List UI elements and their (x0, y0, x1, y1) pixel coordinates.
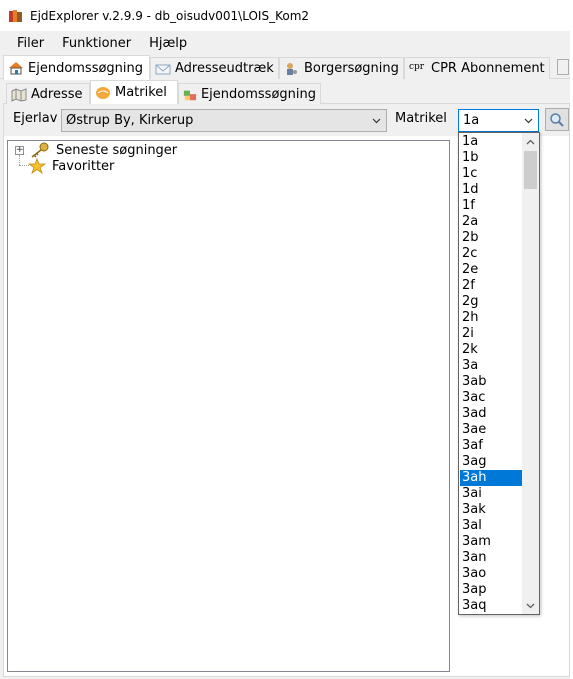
menu-funktioner[interactable]: Funktioner (53, 36, 140, 51)
scroll-up-icon[interactable] (522, 133, 539, 150)
dropdown-option[interactable]: 2k (460, 342, 522, 358)
tree-node-favoritter[interactable]: Favoritter (28, 158, 114, 174)
dropdown-option[interactable]: 3ab (460, 374, 522, 390)
dropdown-option[interactable]: 3ai (460, 486, 522, 502)
tab-label: Matrikel (115, 85, 167, 100)
tab-cpr-abonnement[interactable]: cpr CPR Abonnement (404, 57, 550, 79)
tab-label: Ejendomssøgning (28, 60, 144, 76)
scroll-down-icon[interactable] (522, 597, 539, 614)
dropdown-option[interactable]: 3ah (460, 470, 522, 486)
books-icon (9, 9, 22, 22)
tree-node-label: Favoritter (52, 158, 115, 174)
dropdown-option[interactable]: 1b (460, 150, 522, 166)
tab-matrikel[interactable]: Matrikel (90, 80, 178, 104)
menu-bar: Filer Funktioner Hjælp (0, 33, 573, 54)
dropdown-option[interactable]: 3am (460, 534, 522, 550)
dropdown-option[interactable]: 3af (460, 438, 522, 454)
main-tab-strip: Ejendomssøgning Adresseudtræk Borgersøgn… (0, 55, 573, 80)
dropdown-option[interactable]: 2g (460, 294, 522, 310)
dropdown-option[interactable]: 2c (460, 246, 522, 262)
dropdown-option[interactable]: 3ao (460, 566, 522, 582)
property-icon (183, 90, 197, 100)
dropdown-option[interactable]: 3ak (460, 502, 522, 518)
tree-node-label: Seneste søgninger (56, 142, 178, 158)
dropdown-scrollbar[interactable] (522, 133, 539, 614)
dropdown-option[interactable]: 3aq (460, 598, 522, 614)
tab-ejendomssogning-sub[interactable]: Ejendomssøgning (178, 83, 321, 105)
parcel-icon (96, 86, 110, 99)
ejerlav-value: Østrup By, Kirkerup (66, 113, 194, 128)
tab-adresse[interactable]: Adresse (6, 83, 90, 105)
person-icon (287, 62, 297, 75)
dropdown-option[interactable]: 3ae (460, 422, 522, 438)
tab-scroll-icon[interactable] (557, 59, 569, 75)
scroll-thumb[interactable] (524, 151, 537, 189)
key-icon (31, 142, 49, 158)
dropdown-option[interactable]: 3ad (460, 406, 522, 422)
dropdown-option[interactable]: 1f (460, 198, 522, 214)
search-button[interactable] (545, 108, 569, 131)
tab-label: CPR Abonnement (431, 61, 545, 76)
dropdown-option[interactable]: 3a (460, 358, 522, 374)
magnifier-icon (550, 112, 564, 127)
dropdown-option[interactable]: 3an (460, 550, 522, 566)
ejerlav-combobox[interactable]: Østrup By, Kirkerup (61, 109, 387, 132)
expand-icon[interactable]: + (15, 146, 24, 155)
chevron-down-icon (524, 118, 533, 124)
window-title: EjdExplorer v.2.9.9 - db_oisudv001\LOIS_… (30, 8, 310, 23)
map-icon (11, 87, 27, 102)
dropdown-option[interactable]: 1a (460, 134, 522, 150)
tab-label: Borgersøgning (304, 61, 399, 76)
tree-line (19, 155, 20, 165)
tab-label: Ejendomssøgning (200, 87, 316, 102)
sub-tab-strip: Adresse Matrikel Ejendomssøgning (0, 80, 573, 105)
dropdown-option[interactable]: 1d (460, 182, 522, 198)
dropdown-option[interactable]: 3ac (460, 390, 522, 406)
tab-ejendomssogning[interactable]: Ejendomssøgning (3, 55, 150, 80)
dropdown-option[interactable]: 2a (460, 214, 522, 230)
cpr-icon: cpr (409, 61, 425, 72)
search-tree[interactable]: + Seneste søgninger Favoritter (7, 140, 450, 672)
tab-label: Adresse (31, 87, 83, 102)
menu-hjaelp[interactable]: Hjælp (140, 36, 196, 51)
dropdown-option[interactable]: 3ag (460, 454, 522, 470)
matrikel-combobox[interactable]: 1a (458, 109, 539, 132)
envelope-icon (155, 64, 171, 74)
tab-label: Adresseudtræk (175, 61, 274, 76)
star-icon (28, 158, 46, 174)
matrikel-value: 1a (463, 113, 480, 128)
ejerlav-label: Ejerlav (13, 111, 58, 126)
dropdown-option[interactable]: 2e (460, 262, 522, 278)
dropdown-option[interactable]: 2h (460, 310, 522, 326)
dropdown-option[interactable]: 2i (460, 326, 522, 342)
dropdown-option[interactable]: 1c (460, 166, 522, 182)
tree-node-seneste[interactable]: Seneste søgninger (28, 142, 177, 158)
dropdown-option[interactable]: 3ap (460, 582, 522, 598)
menu-filer[interactable]: Filer (8, 36, 53, 51)
tab-adresseudtraek[interactable]: Adresseudtræk (150, 57, 279, 79)
dropdown-option[interactable]: 2b (460, 230, 522, 246)
house-icon (9, 62, 23, 75)
chevron-down-icon (372, 118, 381, 124)
dropdown-option[interactable]: 2f (460, 278, 522, 294)
matrikel-dropdown-list[interactable]: 1a 1b 1c 1d 1f 2a 2b 2c 2e 2f 2g 2h 2i 2k 3a 3ab 3ac 3ad 3… (458, 132, 540, 615)
tab-borgersogning[interactable]: Borgersøgning (279, 57, 404, 79)
dropdown-option[interactable]: 3al (460, 518, 522, 534)
matrikel-label: Matrikel (395, 111, 447, 126)
title-bar[interactable]: EjdExplorer v.2.9.9 - db_oisudv001\LOIS_… (0, 0, 573, 31)
